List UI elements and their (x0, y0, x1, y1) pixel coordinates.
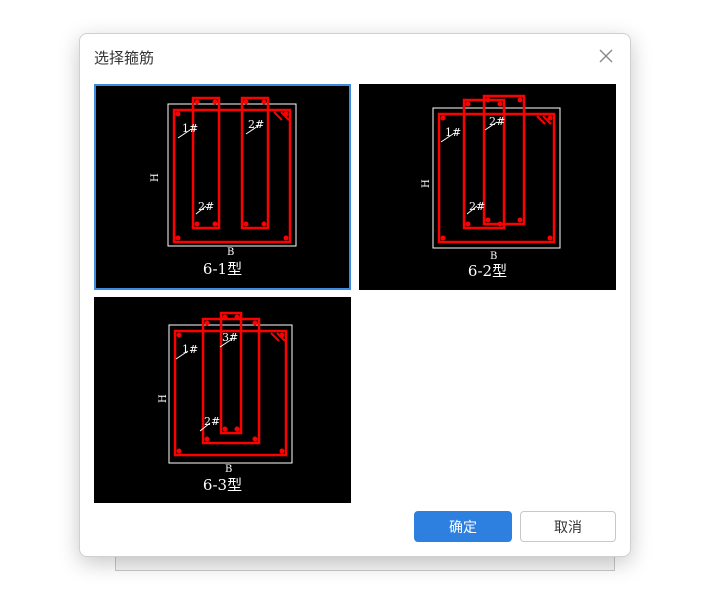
mark-label: 2# (489, 115, 505, 128)
close-icon (599, 49, 613, 63)
dim-h-label: H (150, 173, 161, 182)
option-label: 6-2型 (467, 262, 508, 280)
mark-label: 1# (182, 343, 198, 356)
mark-label: 3# (222, 331, 238, 344)
stirrup-option-6-1[interactable]: 1# 2# 2# H B 6-1型 (94, 84, 351, 290)
stirrup-option-6-3[interactable]: 1# 3# 2# H B 6-3型 (94, 297, 351, 503)
mark-label: 1# (182, 122, 198, 135)
option-label: 6-1型 (202, 260, 243, 278)
option-label: 6-3型 (202, 476, 243, 494)
close-button[interactable] (594, 44, 618, 68)
dialog-title: 选择箍筋 (94, 49, 155, 67)
confirm-button[interactable]: 确定 (414, 511, 512, 542)
stirrup-option-6-2[interactable]: 1# 2# 2# H B 6-2型 (359, 84, 616, 290)
dim-h-label: H (421, 179, 432, 188)
select-stirrup-dialog: 选择箍筋 1# 2# 2# H B 6-1型 1# 2# 2# H B 6-2型… (79, 33, 631, 557)
mark-label: 2# (469, 200, 485, 213)
dim-h-label: H (158, 394, 169, 403)
mark-label: 2# (198, 200, 214, 213)
mark-label: 2# (204, 415, 220, 428)
mark-label: 1# (445, 126, 461, 139)
mark-label: 2# (248, 118, 264, 131)
stirrup-diagram-6-3: 1# 3# 2# H B (158, 311, 293, 475)
dim-b-label: B (227, 247, 234, 258)
cancel-button[interactable]: 取消 (520, 511, 616, 542)
